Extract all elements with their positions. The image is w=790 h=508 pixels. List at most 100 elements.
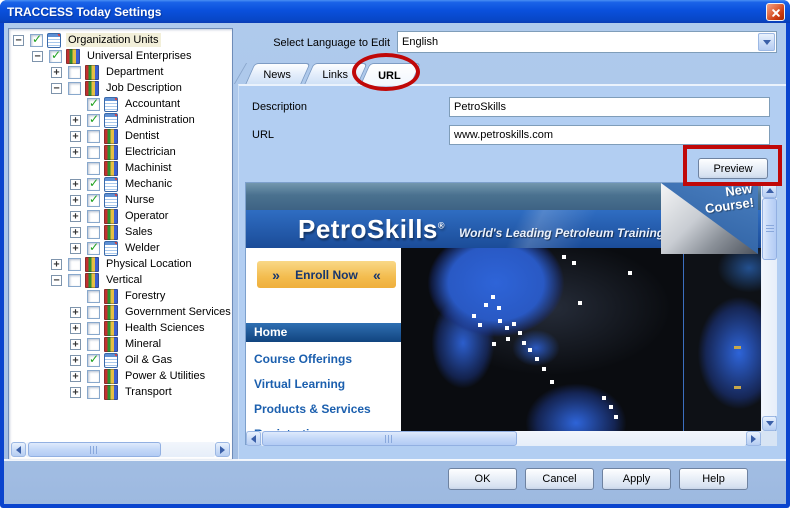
tree-item[interactable]: + ✓ Nurse <box>9 192 232 208</box>
tree-item[interactable]: + ✓ Mechanic <box>9 176 232 192</box>
checkbox[interactable]: ✓ <box>87 354 100 367</box>
tree-item-label[interactable]: Sales <box>123 225 155 239</box>
tree-item-label[interactable]: Mechanic <box>123 177 174 191</box>
enroll-now-button[interactable]: » Enroll Now « <box>257 261 396 288</box>
language-dropdown[interactable]: English <box>397 31 777 53</box>
expand-icon[interactable]: + <box>70 211 81 222</box>
tree-item[interactable]: +Government Services <box>9 304 232 320</box>
checkbox[interactable] <box>87 338 100 351</box>
tree-item[interactable]: +Department <box>9 64 232 80</box>
expand-icon[interactable]: + <box>70 131 81 142</box>
checkbox[interactable]: ✓ <box>87 114 100 127</box>
checkbox[interactable]: ✓ <box>87 98 100 111</box>
checkbox[interactable] <box>87 322 100 335</box>
collapse-icon[interactable]: − <box>13 35 24 46</box>
collapse-icon[interactable]: − <box>51 275 62 286</box>
tree-item-label[interactable]: Machinist <box>123 161 173 175</box>
cancel-button[interactable]: Cancel <box>525 468 594 490</box>
tree-item[interactable]: + Power & Utilities <box>9 368 232 384</box>
nav-products-services[interactable]: Products & Services <box>246 398 401 423</box>
title-bar[interactable]: TRACCESS Today Settings <box>0 0 790 23</box>
scroll-down-button[interactable] <box>762 416 777 431</box>
checkbox[interactable]: ✓ <box>30 34 43 47</box>
checkbox[interactable] <box>87 306 100 319</box>
scrollbar-thumb[interactable] <box>262 431 517 446</box>
tree-item-label[interactable]: Power & Utilities <box>123 369 207 383</box>
tree-item-label[interactable]: Welder <box>123 241 162 255</box>
expand-icon[interactable]: + <box>70 323 81 334</box>
tree-item-label[interactable]: Mineral <box>123 337 163 351</box>
tree-item-label[interactable]: Job Description <box>104 81 184 95</box>
checkbox[interactable] <box>87 386 100 399</box>
tree-item[interactable]: + ✓ Welder <box>9 240 232 256</box>
description-input[interactable] <box>449 97 770 117</box>
checkbox[interactable] <box>87 130 100 143</box>
nav-virtual-learning[interactable]: Virtual Learning <box>246 373 401 398</box>
expand-icon[interactable]: + <box>70 195 81 206</box>
scrollbar-track[interactable] <box>762 198 777 416</box>
checkbox[interactable]: ✓ <box>87 194 100 207</box>
tree-item[interactable]: − Vertical <box>9 272 232 288</box>
tree-item[interactable]: +Transport <box>9 384 232 400</box>
tree-item-label[interactable]: Physical Location <box>104 257 194 271</box>
tree-item-label[interactable]: Health Sciences <box>123 321 207 335</box>
tree-item[interactable]: +Sales <box>9 224 232 240</box>
tree-item[interactable]: + ✓ Administration <box>9 112 232 128</box>
checkbox[interactable] <box>87 226 100 239</box>
expand-icon[interactable]: + <box>70 307 81 318</box>
close-button[interactable] <box>766 3 785 21</box>
tree-item[interactable]: + Dentist <box>9 128 232 144</box>
checkbox[interactable] <box>68 274 81 287</box>
checkbox[interactable] <box>87 290 100 303</box>
checkbox[interactable] <box>68 82 81 95</box>
tree-item[interactable]: +Physical Location <box>9 256 232 272</box>
tree-item[interactable]: + ✓ Oil & Gas <box>9 352 232 368</box>
tree-item-label[interactable]: Forestry <box>123 289 167 303</box>
tree-item[interactable]: + Health Sciences <box>9 320 232 336</box>
tree-item[interactable]: Machinist <box>9 160 232 176</box>
tree-item[interactable]: + Electrician <box>9 144 232 160</box>
tree-item-label[interactable]: Oil & Gas <box>123 353 174 367</box>
nav-home[interactable]: Home <box>246 323 401 342</box>
collapse-icon[interactable]: − <box>32 51 43 62</box>
tree-item-label[interactable]: Administration <box>123 113 197 127</box>
expand-icon[interactable]: + <box>70 243 81 254</box>
scroll-right-button[interactable] <box>215 442 230 457</box>
url-input[interactable] <box>449 125 770 145</box>
tree-item[interactable]: + Operator <box>9 208 232 224</box>
scroll-left-button[interactable] <box>11 442 26 457</box>
expand-icon[interactable]: + <box>70 115 81 126</box>
tree-item-label[interactable]: Vertical <box>104 273 144 287</box>
expand-icon[interactable]: + <box>70 371 81 382</box>
expand-icon[interactable]: + <box>70 147 81 158</box>
expand-icon[interactable]: + <box>70 339 81 350</box>
tree-item-label[interactable]: Organization Units <box>66 33 161 47</box>
tree-item-label[interactable]: Electrician <box>123 145 178 159</box>
tree-item[interactable]: −✓Universal Enterprises <box>9 48 232 64</box>
checkbox[interactable] <box>87 210 100 223</box>
checkbox[interactable] <box>87 370 100 383</box>
scrollbar-thumb[interactable] <box>762 198 777 260</box>
tree-item-label[interactable]: Dentist <box>123 129 161 143</box>
checkbox[interactable] <box>68 66 81 79</box>
checkbox[interactable]: ✓ <box>87 242 100 255</box>
checkbox[interactable] <box>87 146 100 159</box>
apply-button[interactable]: Apply <box>602 468 671 490</box>
scroll-right-button[interactable] <box>746 431 761 446</box>
scrollbar-track[interactable] <box>261 431 746 446</box>
expand-icon[interactable]: + <box>70 179 81 190</box>
checkbox[interactable]: ✓ <box>87 178 100 191</box>
tree-item[interactable]: −✓ Organization Units <box>9 32 232 48</box>
tree-item-label[interactable]: Transport <box>123 385 174 399</box>
scroll-left-button[interactable] <box>246 431 261 446</box>
tree-horizontal-scrollbar[interactable] <box>11 442 230 457</box>
collapse-icon[interactable]: − <box>51 83 62 94</box>
scrollbar-thumb[interactable] <box>28 442 161 457</box>
tree-item-label[interactable]: Accountant <box>123 97 182 111</box>
expand-icon[interactable]: + <box>51 67 62 78</box>
tree-item[interactable]: + Mineral <box>9 336 232 352</box>
preview-vertical-scrollbar[interactable] <box>761 183 777 431</box>
expand-icon[interactable]: + <box>70 355 81 366</box>
tree-item-label[interactable]: Operator <box>123 209 170 223</box>
tree-item-label[interactable]: Nurse <box>123 193 156 207</box>
